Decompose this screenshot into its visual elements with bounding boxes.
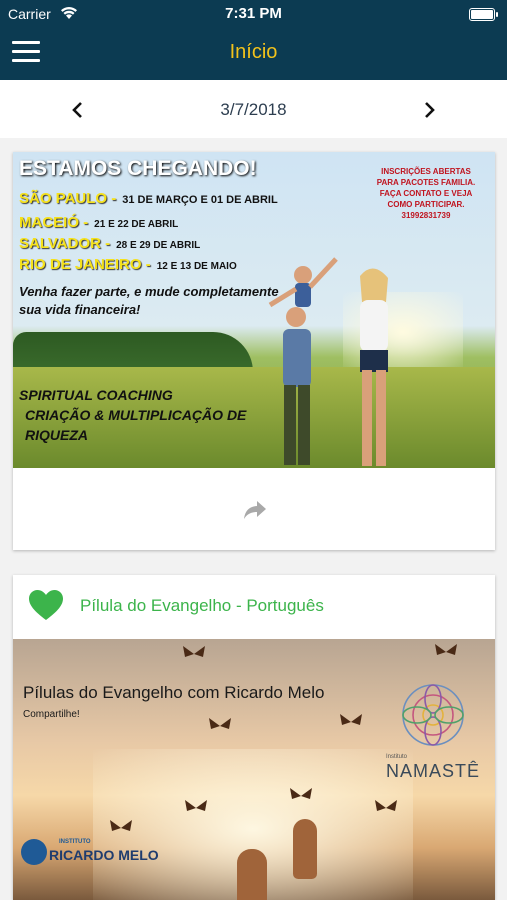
- woman-figure: [360, 268, 388, 466]
- clock: 7:31 PM: [225, 5, 282, 22]
- gospel-card: Pílula do Evangelho - Português Pílulas …: [13, 575, 495, 900]
- butterfly-icon: [183, 646, 205, 657]
- navigation-bar: Início: [0, 28, 507, 80]
- namaste-logo: Instituto NAMASTÊ: [383, 679, 483, 781]
- status-bar: Carrier 7:31 PM: [0, 0, 507, 28]
- battery-icon: [469, 8, 498, 21]
- promo-text: INSCRIÇÕES ABERTAS PARA PACOTES FAMILIA.…: [376, 167, 476, 220]
- institute-emblem-icon: [21, 839, 47, 865]
- event-card: ESTAMOS CHEGANDO! SÃO PAULO -31 DE MARÇO…: [13, 152, 495, 550]
- butterfly-icon: [340, 714, 362, 725]
- city-sao-paulo: SÃO PAULO -31 DE MARÇO E 01 DE ABRIL: [19, 190, 278, 207]
- card-actions: [13, 468, 495, 550]
- butterfly-icon: [375, 800, 397, 811]
- raised-hand: [293, 819, 317, 879]
- lotus-mandala-icon: [402, 684, 464, 746]
- father-child-figure: [268, 257, 338, 465]
- butterfly-icon: [290, 788, 312, 799]
- event-banner-image[interactable]: ESTAMOS CHEGANDO! SÃO PAULO -31 DE MARÇO…: [13, 152, 495, 468]
- gospel-card-title: Pílula do Evangelho - Português: [80, 596, 324, 615]
- butterfly-icon: [435, 644, 457, 655]
- heart-icon[interactable]: [28, 589, 64, 621]
- banner-slogan: Venha fazer parte, e mude completamente …: [19, 284, 279, 317]
- city-maceio: MACEIÓ -21 E 22 DE ABRIL: [19, 214, 179, 231]
- butterfly-icon: [209, 718, 231, 729]
- butterfly-icon: [110, 820, 132, 831]
- gospel-card-header[interactable]: Pílula do Evangelho - Português: [13, 575, 495, 639]
- banner-headline: ESTAMOS CHEGANDO!: [19, 157, 257, 180]
- butterfly-icon: [185, 800, 207, 811]
- date-navigator: 3/7/2018: [0, 80, 507, 138]
- gospel-image-title: Pílulas do Evangelho com Ricardo Melo: [23, 683, 325, 702]
- share-arrow-icon[interactable]: [242, 496, 268, 522]
- city-rio: RIO DE JANEIRO -12 E 13 DE MAIO: [19, 256, 237, 273]
- city-salvador: SALVADOR -28 E 29 DE ABRIL: [19, 235, 201, 252]
- gospel-image[interactable]: Pílulas do Evangelho com Ricardo Melo Co…: [13, 639, 495, 900]
- page-title: Início: [229, 41, 278, 63]
- coaching-text: SPIRITUAL COACHING CRIAÇÃO & MULTIPLICAÇ…: [19, 387, 247, 443]
- raised-hand: [237, 849, 267, 900]
- gospel-image-subtitle: Compartilhe!: [23, 709, 80, 720]
- chevron-right-icon[interactable]: [414, 96, 444, 124]
